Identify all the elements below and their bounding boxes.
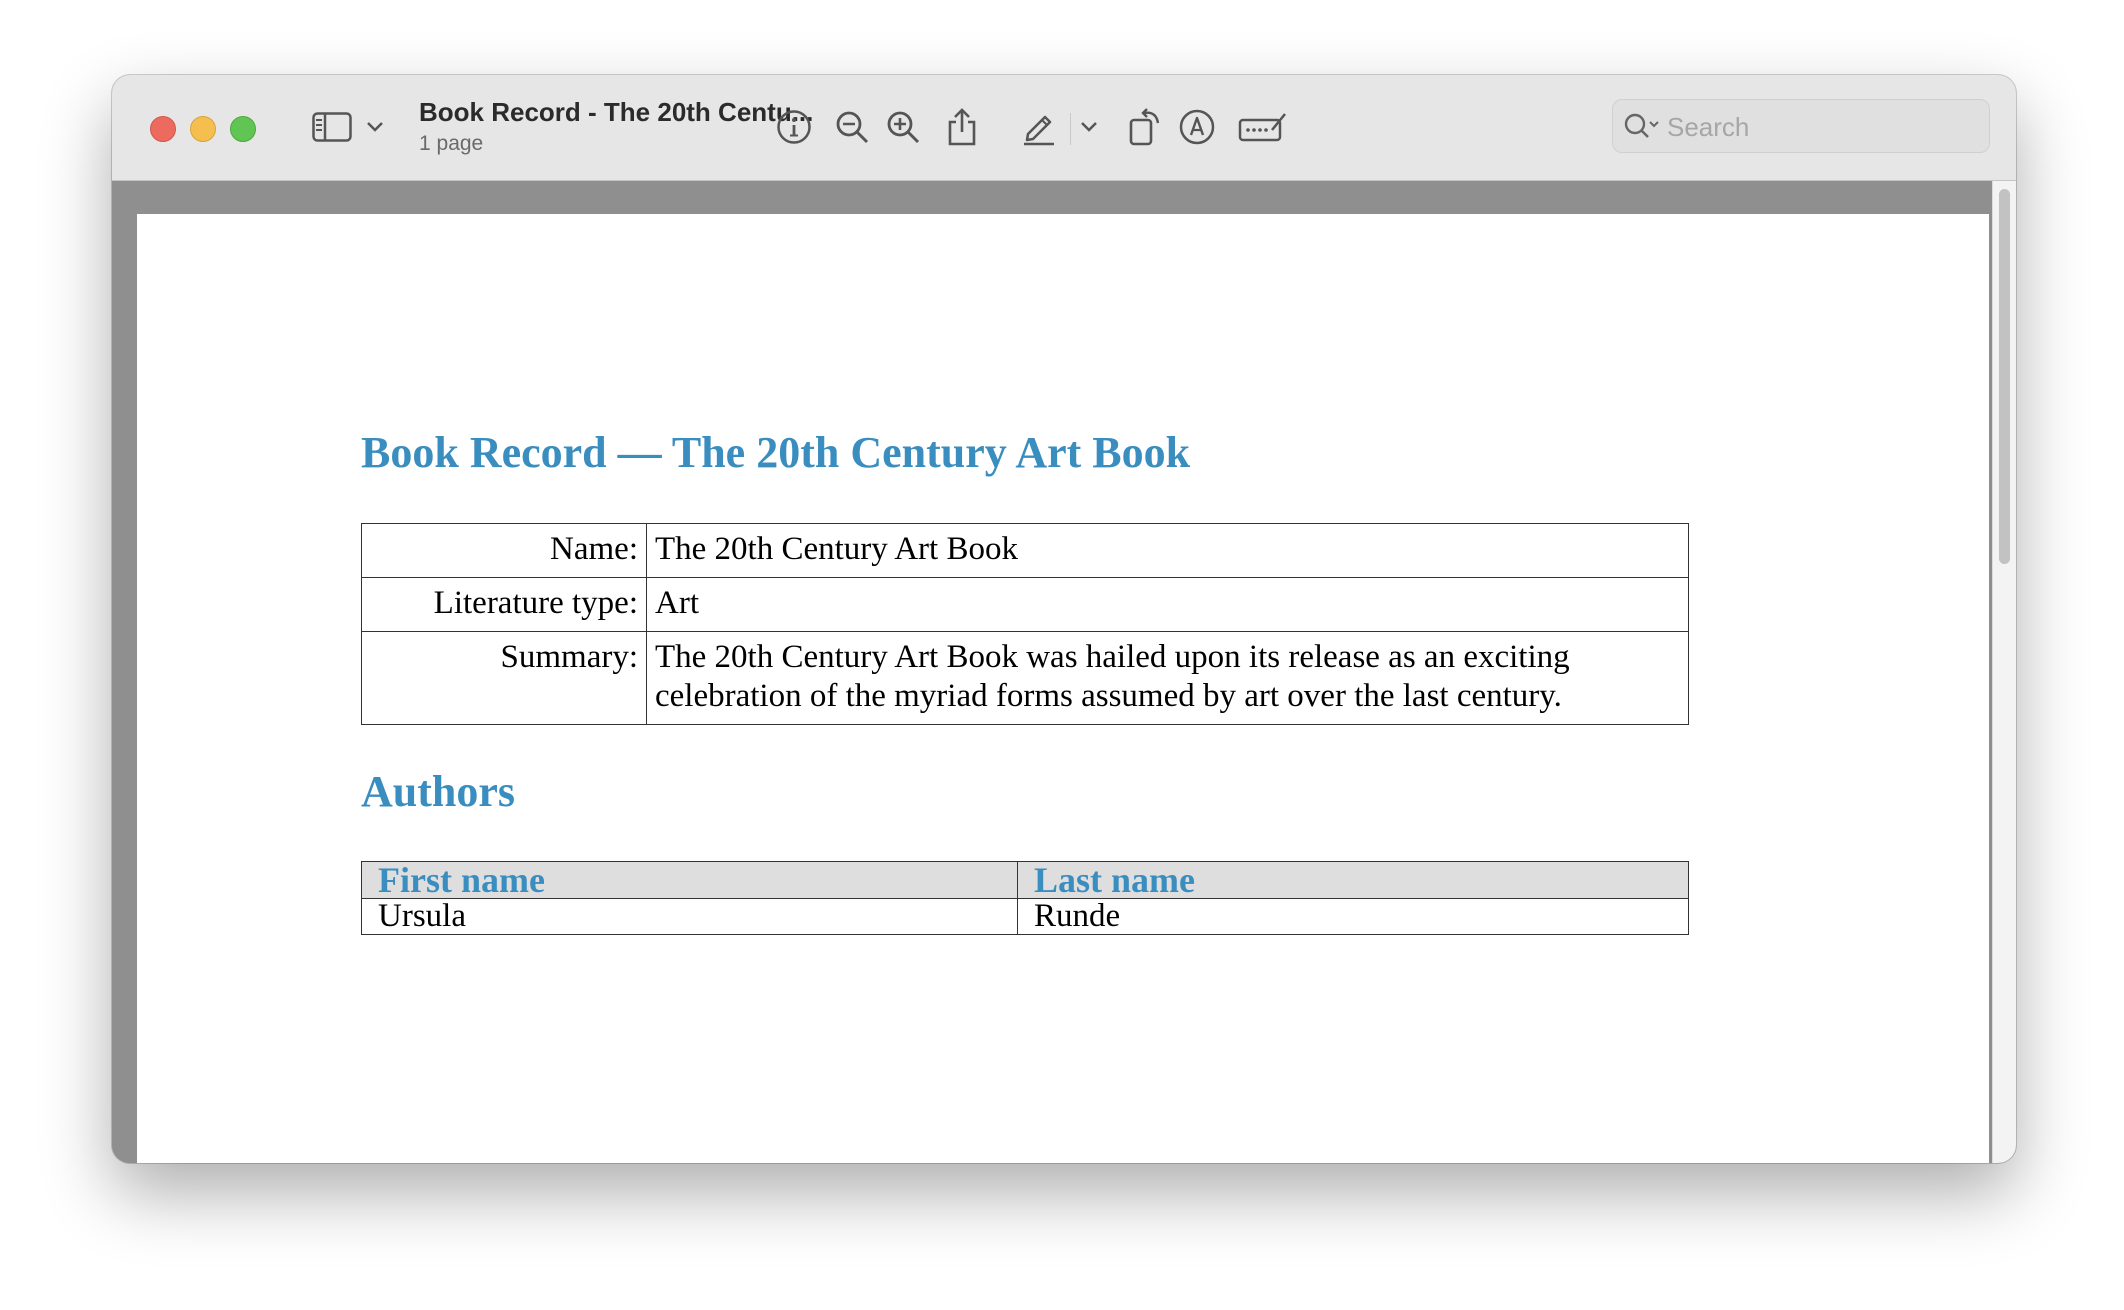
zoom-in-button[interactable] — [885, 103, 921, 151]
table-row: Summary: The 20th Century Art Book was h… — [361, 631, 1689, 725]
signature-button[interactable] — [1238, 103, 1288, 151]
title-bar: Book Record - The 20th Centu... 1 page — [112, 75, 2016, 181]
chevron-down-icon — [366, 121, 384, 133]
authors-heading: Authors — [361, 767, 516, 816]
zoom-out-icon — [834, 109, 870, 145]
markup-pen-icon — [1020, 108, 1058, 146]
search-icon — [1623, 112, 1661, 147]
info-button[interactable] — [776, 103, 812, 151]
column-header-first-name: First name — [361, 861, 1018, 899]
rotate-button[interactable] — [1128, 103, 1164, 151]
page-heading: Book Record — The 20th Century Art Book — [361, 428, 1191, 477]
author-first-name: Ursula — [361, 898, 1018, 935]
scrollbar-thumb[interactable] — [1999, 189, 2010, 564]
rotate-icon — [1128, 107, 1164, 147]
info-icon — [776, 109, 812, 145]
table-header-row: First name Last name — [361, 861, 1689, 899]
sidebar-options-button[interactable] — [366, 103, 384, 151]
toolbar-divider — [1070, 113, 1071, 145]
pdf-page: Book Record — The 20th Century Art Book … — [137, 214, 1989, 1163]
name-value: The 20th Century Art Book — [646, 523, 1689, 578]
markup-icon — [1178, 108, 1216, 146]
table-row: Name: The 20th Century Art Book — [361, 523, 1689, 578]
search-box[interactable] — [1612, 99, 1990, 153]
signature-icon — [1238, 110, 1288, 144]
search-input[interactable] — [1665, 110, 1969, 144]
authors-table: First name Last name Ursula Runde — [361, 861, 1689, 935]
page-count: 1 page — [419, 132, 484, 155]
literature-type-value: Art — [646, 577, 1689, 632]
close-window-button[interactable] — [150, 116, 176, 142]
sidebar-toggle-button[interactable] — [312, 103, 352, 151]
zoom-out-button[interactable] — [834, 103, 870, 151]
share-icon — [946, 107, 978, 147]
markup-highlight-button[interactable] — [1020, 103, 1058, 151]
sidebar-icon — [312, 112, 352, 142]
book-info-table: Name: The 20th Century Art Book Literatu… — [361, 523, 1689, 725]
column-header-last-name: Last name — [1017, 861, 1689, 899]
literature-type-label: Literature type: — [361, 577, 647, 632]
summary-value: The 20th Century Art Book was hailed upo… — [646, 631, 1689, 725]
document-viewport: Book Record — The 20th Century Art Book … — [112, 181, 2016, 1163]
highlight-options-button[interactable] — [1080, 103, 1098, 151]
document-title: Book Record - The 20th Centu... — [419, 97, 814, 127]
maximize-window-button[interactable] — [230, 116, 256, 142]
author-last-name: Runde — [1017, 898, 1689, 935]
chevron-down-icon — [1080, 121, 1098, 133]
preview-window: Book Record - The 20th Centu... 1 page S… — [112, 75, 2016, 1163]
table-row: Ursula Runde — [361, 898, 1689, 935]
markup-button[interactable] — [1178, 103, 1216, 151]
zoom-in-icon — [885, 109, 921, 145]
name-label: Name: — [361, 523, 647, 578]
table-row: Literature type: Art — [361, 577, 1689, 632]
summary-label: Summary: — [361, 631, 647, 725]
minimize-window-button[interactable] — [190, 116, 216, 142]
share-button[interactable] — [946, 103, 978, 151]
